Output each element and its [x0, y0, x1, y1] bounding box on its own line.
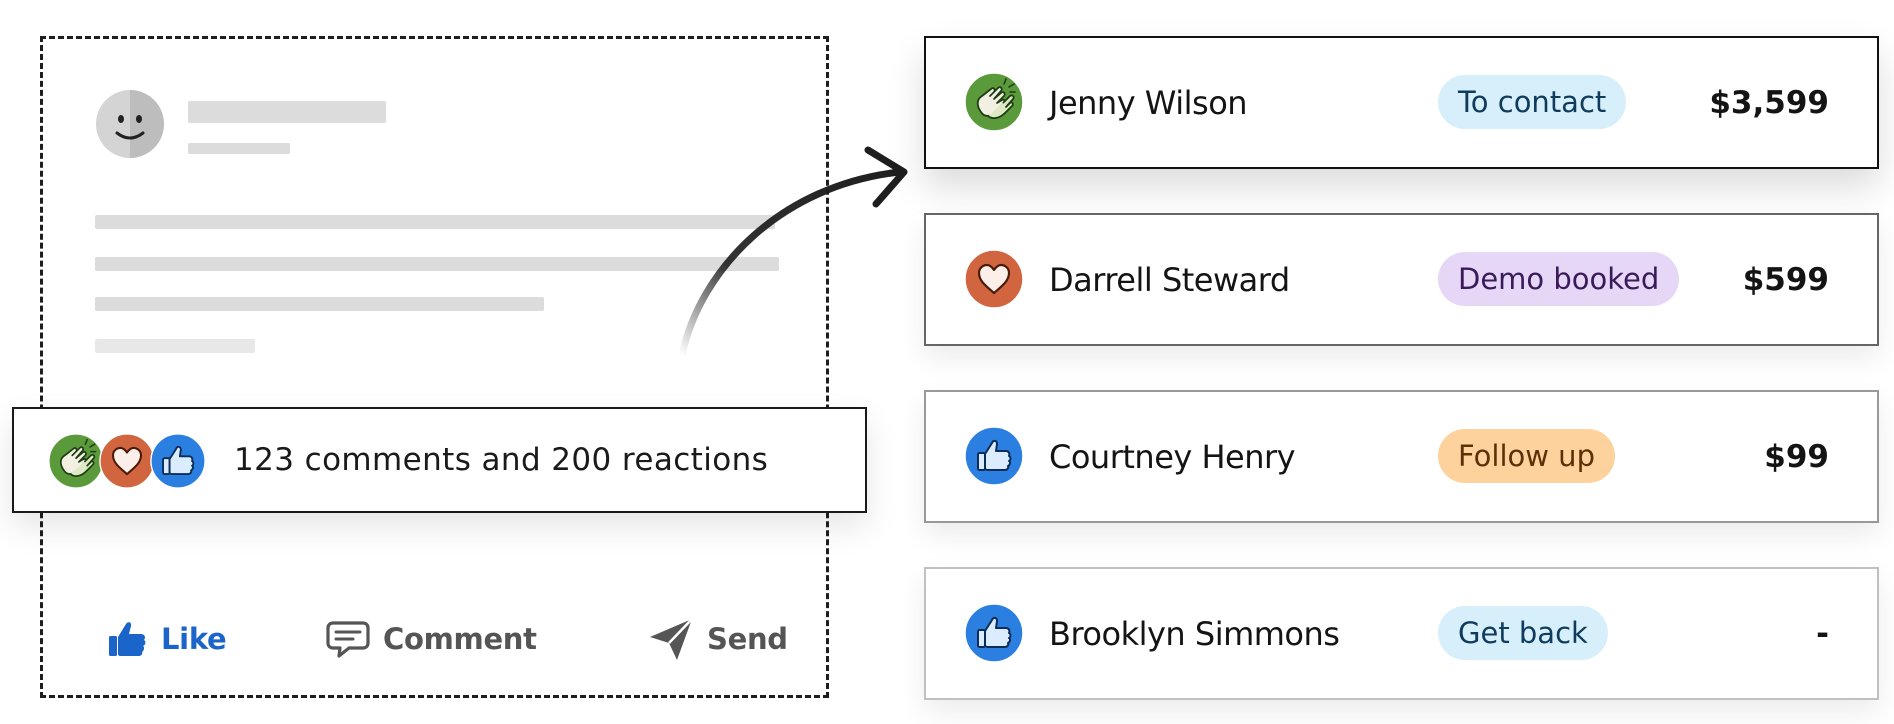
like-label: Like: [161, 622, 227, 656]
like-button[interactable]: Like: [105, 609, 227, 669]
thumbs-up-reaction-icon: [150, 433, 206, 489]
thumbs-up-reaction-icon: [964, 603, 1024, 663]
lead-name: Darrell Steward: [1049, 260, 1290, 299]
thumbs-up-icon: [109, 622, 146, 656]
clap-reaction-icon: [964, 72, 1024, 132]
author-name-placeholder: [188, 101, 386, 123]
lead-row[interactable]: Courtney Henry Follow up $99: [924, 390, 1879, 523]
lead-name: Jenny Wilson: [1049, 83, 1248, 122]
post-action-bar: Like Comment Send: [43, 609, 826, 669]
lead-row[interactable]: Jenny Wilson To contact $3,599: [924, 36, 1879, 169]
status-badge[interactable]: Get back: [1438, 606, 1608, 660]
lead-amount: $599: [1742, 261, 1829, 298]
lead-row[interactable]: Darrell Steward Demo booked $599: [924, 213, 1879, 346]
comment-button[interactable]: Comment: [325, 609, 537, 669]
curved-arrow-icon: [678, 146, 908, 359]
send-paper-plane-icon: [650, 618, 693, 660]
post-text-placeholder: [95, 339, 255, 353]
lead-name: Courtney Henry: [1049, 437, 1296, 476]
thumbs-up-reaction-icon: [964, 426, 1024, 486]
status-badge[interactable]: To contact: [1438, 75, 1627, 129]
lead-row[interactable]: Brooklyn Simmons Get back -: [924, 567, 1879, 700]
lead-amount: -: [1816, 615, 1829, 652]
status-badge[interactable]: Follow up: [1438, 429, 1615, 483]
reactions-summary-text: 123 comments and 200 reactions: [234, 442, 769, 478]
crm-illustration: Like Comment Send 123 comments and 200 r…: [0, 0, 1894, 724]
reaction-icon-stack: [48, 430, 224, 490]
lead-name: Brooklyn Simmons: [1049, 614, 1340, 653]
lead-amount: $3,599: [1709, 84, 1829, 121]
status-badge[interactable]: Demo booked: [1438, 252, 1680, 306]
reactions-summary-bar[interactable]: 123 comments and 200 reactions: [12, 407, 867, 513]
heart-reaction-icon: [964, 249, 1024, 309]
author-subtitle-placeholder: [188, 143, 290, 154]
comment-bubble-icon: [326, 621, 370, 658]
clap-reaction-icon: [48, 433, 104, 489]
comment-label: Comment: [383, 622, 537, 656]
smiley-avatar-icon: [96, 90, 164, 158]
lead-amount: $99: [1764, 438, 1829, 475]
send-label: Send: [707, 622, 788, 656]
post-text-placeholder: [95, 297, 544, 311]
send-button[interactable]: Send: [647, 609, 788, 669]
heart-reaction-icon: [99, 433, 155, 489]
